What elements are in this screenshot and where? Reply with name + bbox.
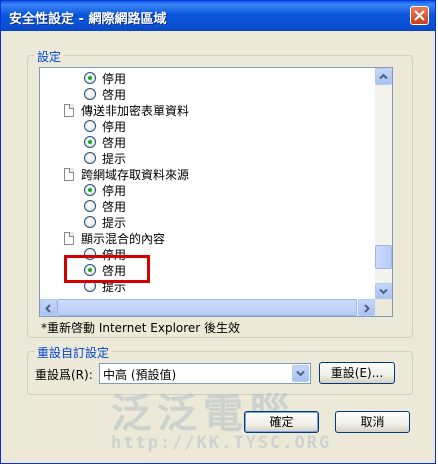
radio-label: 提示 [102, 151, 127, 166]
category-label: 顯示混合的內容 [81, 231, 166, 246]
category-label: 傳送非加密表單資料 [81, 103, 190, 118]
radio-label: 停用 [102, 119, 127, 134]
radio-selected-icon[interactable] [84, 72, 96, 84]
settings-listbox[interactable]: 停用 啓用 傳送非加密表單資料 停用 啓用 提示 跨網域存取資料來源 停用 啓用 提示 顯示混合的內… [39, 67, 393, 317]
security-settings-dialog: 安全性設定 - 網際網路區域 設定 停用 啓用 傳送非加密表單資料 停用 啓用 提示 跨網域… [0, 0, 436, 464]
radio-selected-icon[interactable] [84, 136, 96, 148]
radio-option[interactable]: 啓用 [84, 198, 126, 214]
radio-option[interactable]: 停用 [84, 70, 126, 86]
watermark-url: http://KK.TYSC.ORG [111, 433, 332, 453]
dropdown-button[interactable] [292, 365, 309, 382]
radio-option[interactable]: 提示 [84, 150, 126, 166]
horizontal-scrollbar[interactable] [40, 299, 375, 316]
settings-group-label: 設定 [34, 48, 65, 65]
selected-level: 中高 (預設值) [103, 368, 177, 382]
radio-unselected-icon[interactable] [84, 200, 96, 212]
setting-category[interactable]: 顯示混合的內容 [64, 230, 165, 246]
radio-option[interactable]: 停用 [84, 182, 126, 198]
radio-label: 停用 [102, 183, 127, 198]
document-icon [64, 231, 74, 245]
scroll-down-button[interactable] [375, 283, 392, 300]
close-icon [414, 10, 425, 21]
scroll-right-button[interactable] [358, 299, 375, 316]
reset-to-label: 重設爲(R): [35, 368, 93, 382]
ok-button[interactable]: 確定 [244, 411, 319, 433]
radio-option[interactable]: 提示 [84, 214, 126, 230]
horizontal-scroll-thumb[interactable] [57, 299, 357, 316]
radio-unselected-icon[interactable] [84, 216, 96, 228]
setting-category[interactable]: 傳送非加密表單資料 [64, 102, 189, 118]
radio-option[interactable]: 啓用 [84, 134, 126, 150]
cancel-button[interactable]: 取消 [335, 411, 410, 433]
highlight-box [64, 255, 150, 283]
chevron-right-icon [364, 304, 370, 313]
radio-label: 提示 [102, 215, 127, 230]
scroll-corner [375, 299, 392, 316]
scroll-up-button[interactable] [375, 68, 392, 85]
window-title: 安全性設定 - 網際網路區域 [9, 12, 167, 27]
radio-label: 啓用 [102, 199, 127, 214]
reset-group-label: 重設自訂設定 [34, 344, 113, 361]
scroll-left-button[interactable] [40, 299, 57, 316]
radio-label: 啓用 [102, 135, 127, 150]
restart-note: *重新啓動 Internet Explorer 後生效 [41, 321, 241, 335]
radio-unselected-icon[interactable] [84, 88, 96, 100]
setting-category[interactable]: 跨網域存取資料來源 [64, 166, 189, 182]
radio-option[interactable]: 啓用 [84, 86, 126, 102]
chevron-down-icon [379, 288, 388, 295]
radio-selected-icon[interactable] [84, 184, 96, 196]
document-icon [64, 167, 74, 181]
title-bar[interactable]: 安全性設定 - 網際網路區域 [1, 1, 435, 31]
radio-label: 啓用 [102, 87, 127, 102]
reset-button[interactable]: 重設(E)... [319, 362, 395, 384]
chevron-left-icon [45, 304, 51, 313]
close-button[interactable] [410, 6, 429, 25]
radio-unselected-icon[interactable] [84, 152, 96, 164]
vertical-scrollbar[interactable] [375, 68, 392, 300]
chevron-down-icon [296, 370, 305, 377]
category-label: 跨網域存取資料來源 [81, 167, 190, 182]
chevron-up-icon [379, 73, 388, 80]
radio-option[interactable]: 停用 [84, 118, 126, 134]
document-icon [64, 103, 74, 117]
radio-unselected-icon[interactable] [84, 120, 96, 132]
radio-label: 停用 [102, 71, 127, 86]
vertical-scroll-thumb[interactable] [375, 245, 392, 270]
security-level-select[interactable]: 中高 (預設值) [99, 363, 311, 384]
